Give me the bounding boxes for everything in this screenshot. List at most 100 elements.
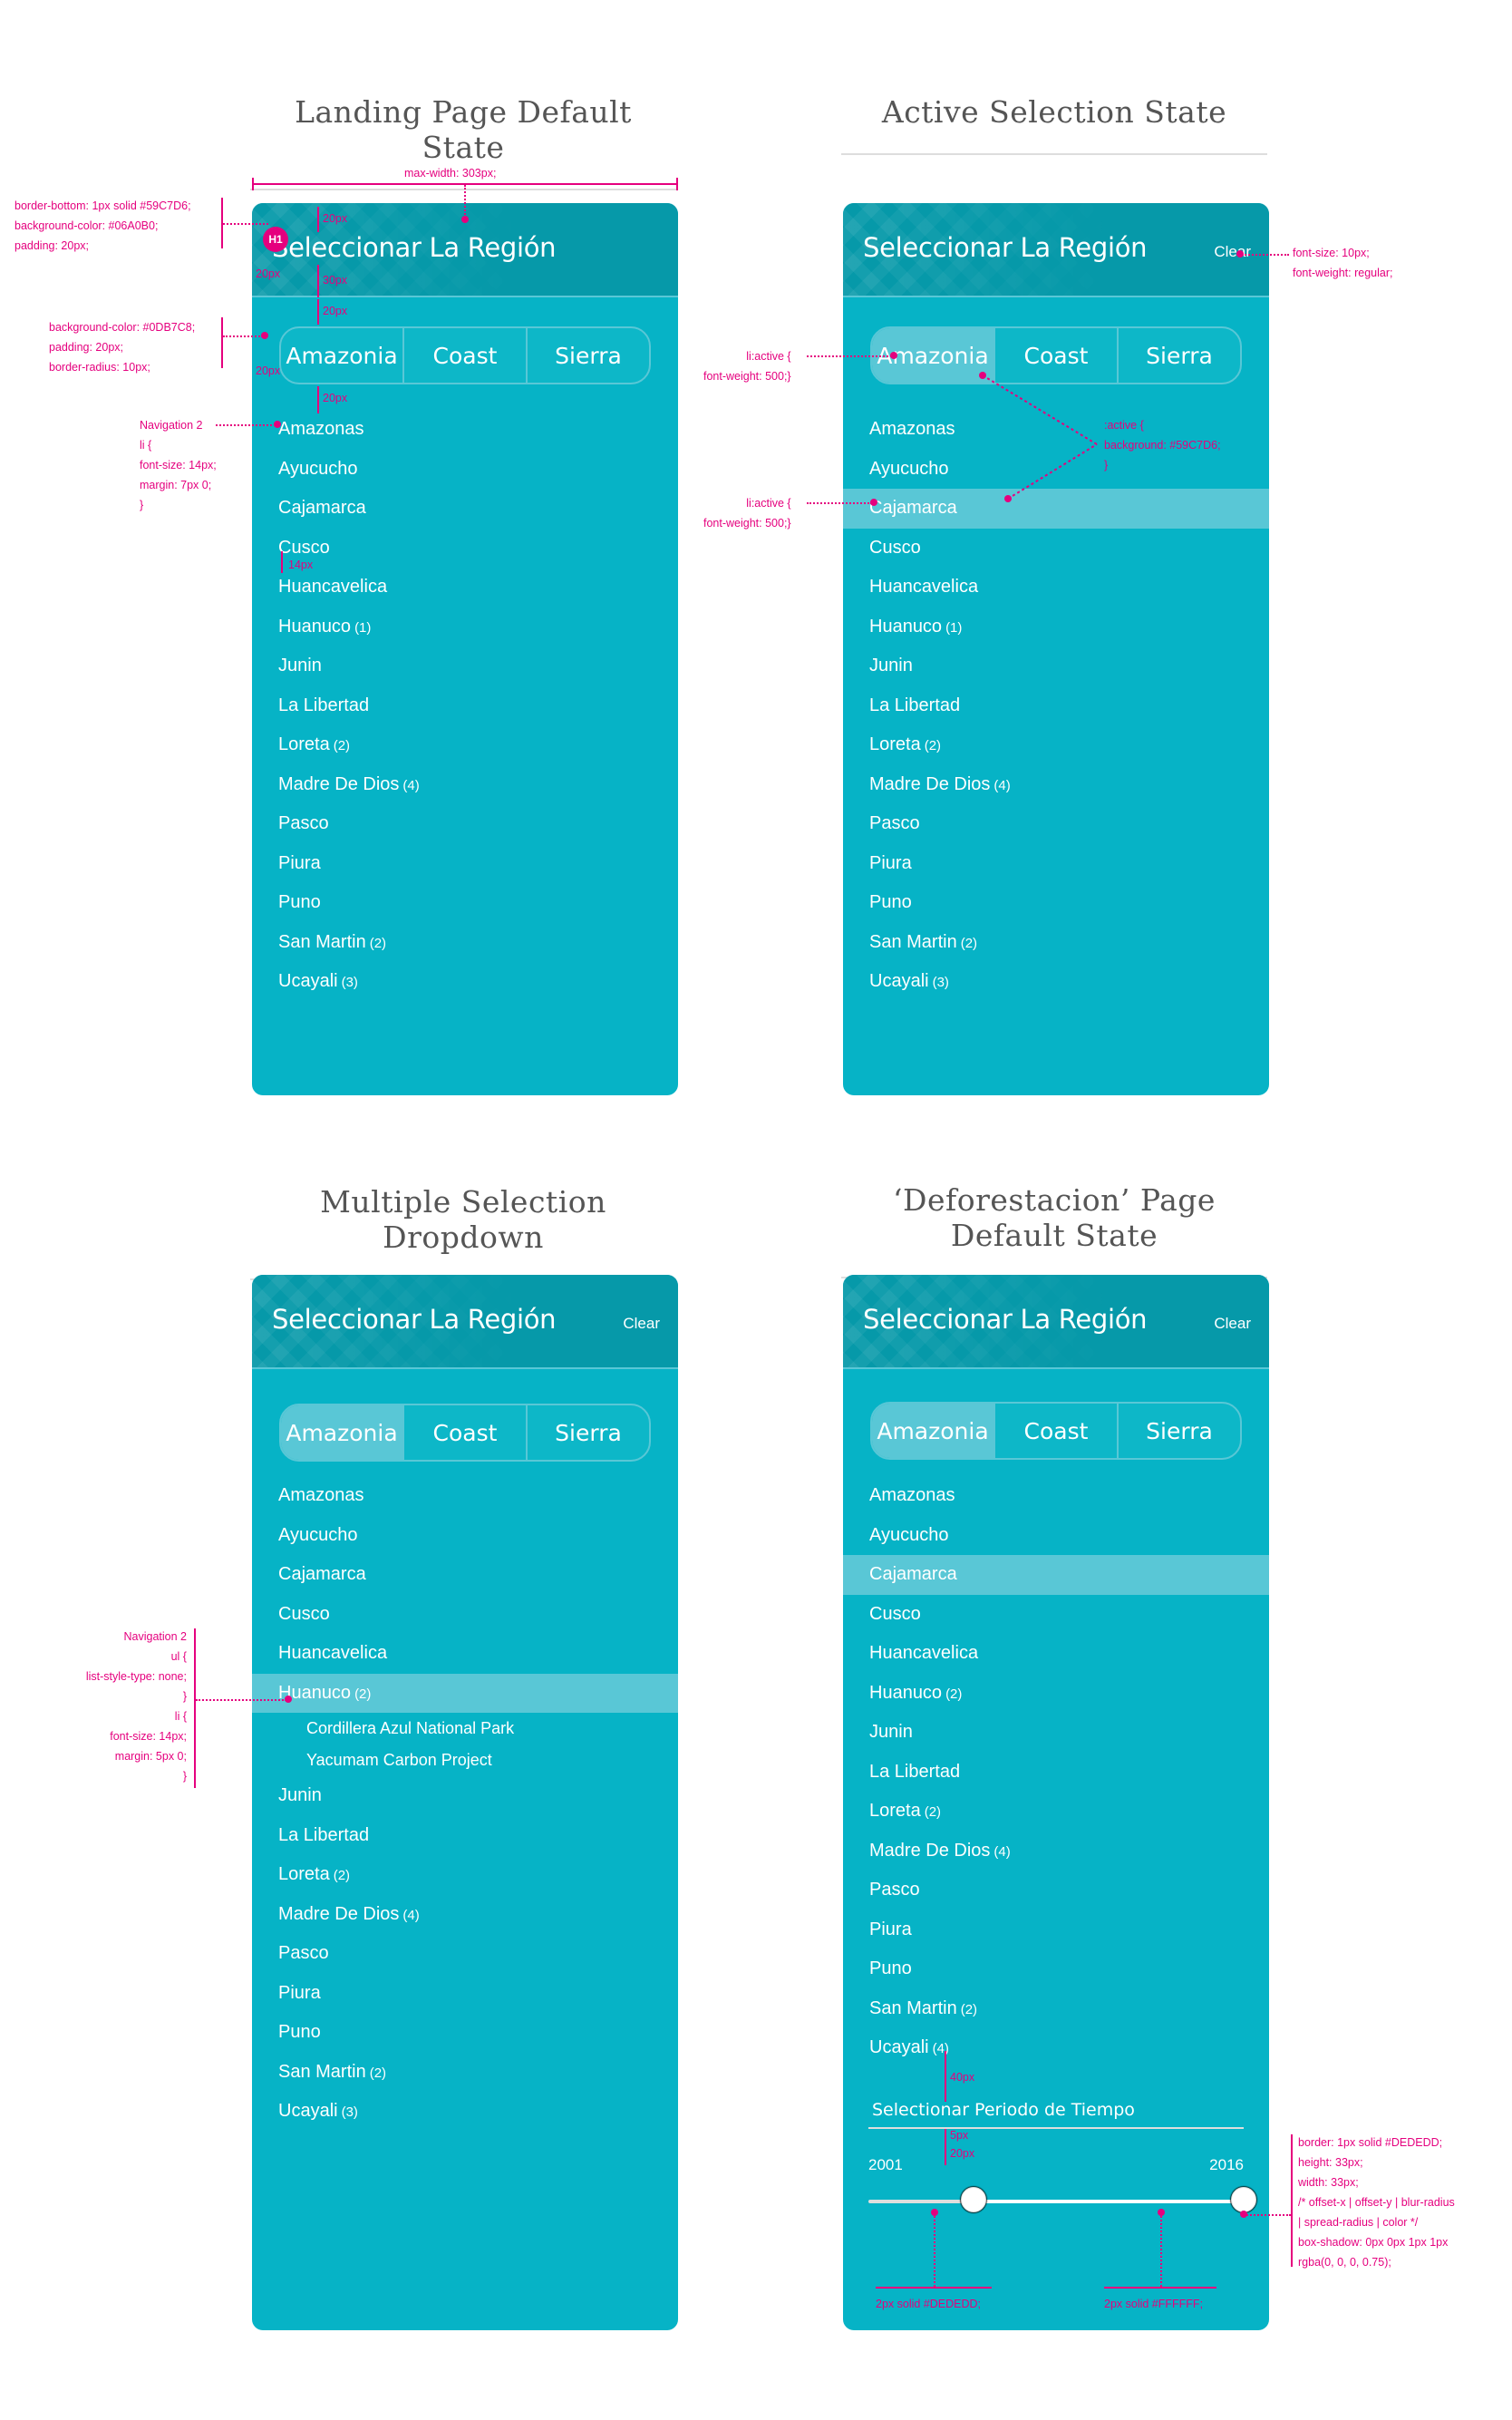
region-item[interactable]: Loreta (2) bbox=[252, 1855, 678, 1895]
time-slider[interactable] bbox=[868, 2183, 1256, 2220]
annotation-line bbox=[934, 2212, 935, 2287]
region-item[interactable]: Huanuco (2) bbox=[843, 1674, 1269, 1714]
region-item[interactable]: San Martin (2) bbox=[843, 923, 1269, 963]
region-item[interactable]: Piura bbox=[252, 1974, 678, 2014]
region-item[interactable]: Junin bbox=[843, 646, 1269, 686]
region-item[interactable]: Piura bbox=[843, 1910, 1269, 1950]
slider-thumb-end[interactable] bbox=[1231, 2187, 1256, 2212]
tab-sierra[interactable]: Sierra bbox=[528, 328, 649, 383]
tab-coast[interactable]: Coast bbox=[404, 1405, 528, 1460]
sub-list-item[interactable]: Yacumam Carbon Project bbox=[252, 1745, 678, 1776]
tab-coast[interactable]: Coast bbox=[995, 1404, 1119, 1458]
annotation-text: box-shadow: 0px 0px 1px 1px bbox=[1298, 2236, 1449, 2249]
region-item[interactable]: Huancavelica bbox=[843, 1634, 1269, 1674]
region-name: Ayucucho bbox=[278, 458, 358, 479]
region-name: Piura bbox=[869, 1919, 912, 1939]
annotation-li-active-css-2: li:active { font-weight: 500;} bbox=[703, 493, 791, 533]
region-item[interactable]: Pasco bbox=[843, 804, 1269, 844]
region-item[interactable]: Ucayali (4) bbox=[843, 2028, 1269, 2068]
section-title-active: Active Selection State bbox=[841, 94, 1267, 155]
region-item[interactable]: Cusco bbox=[843, 529, 1269, 569]
region-item[interactable]: Cajamarca bbox=[843, 1555, 1269, 1595]
sub-list-item[interactable]: Cordillera Azul National Park bbox=[252, 1713, 678, 1745]
region-item[interactable]: Puno bbox=[843, 1949, 1269, 1989]
region-item[interactable]: San Martin (2) bbox=[843, 1989, 1269, 2029]
region-item[interactable]: Puno bbox=[843, 883, 1269, 923]
region-item[interactable]: Madre De Dios (4) bbox=[252, 765, 678, 805]
region-item[interactable]: Madre De Dios (4) bbox=[843, 765, 1269, 805]
region-item[interactable]: La Libertad bbox=[252, 1816, 678, 1856]
region-item[interactable]: Piura bbox=[252, 844, 678, 884]
clear-button[interactable]: Clear bbox=[623, 1315, 660, 1333]
annotation-dot bbox=[1240, 2211, 1247, 2218]
region-item[interactable]: Cusco bbox=[843, 1595, 1269, 1635]
region-name: Cajamarca bbox=[869, 498, 957, 518]
region-item[interactable]: Pasco bbox=[252, 804, 678, 844]
clear-button[interactable]: Clear bbox=[1214, 243, 1251, 261]
annotation-clear-css: font-size: 10px; font-weight: regular; bbox=[1293, 243, 1392, 283]
spacing-label: 5px bbox=[950, 2129, 969, 2142]
region-item[interactable]: Ayucucho bbox=[843, 1516, 1269, 1556]
region-item[interactable]: Junin bbox=[252, 1776, 678, 1816]
region-name: Pasco bbox=[869, 1880, 920, 1900]
region-item[interactable]: Amazonas bbox=[252, 1476, 678, 1516]
slider-thumb-start[interactable] bbox=[960, 2187, 986, 2212]
region-item[interactable]: San Martin (2) bbox=[252, 923, 678, 963]
region-item[interactable]: La Libertad bbox=[843, 1753, 1269, 1793]
region-item[interactable]: Pasco bbox=[843, 1871, 1269, 1910]
region-item[interactable]: San Martin (2) bbox=[252, 2053, 678, 2093]
annotation-nav2-ul-css: Navigation 2 ul { list-style-type: none;… bbox=[63, 1627, 187, 1786]
region-item[interactable]: La Libertad bbox=[843, 686, 1269, 726]
tab-amazonia[interactable]: Amazonia bbox=[872, 1404, 995, 1458]
region-name: Pasco bbox=[278, 813, 329, 833]
region-tabs: Amazonia Coast Sierra bbox=[870, 1402, 1242, 1460]
region-name: Junin bbox=[869, 1722, 913, 1742]
region-item[interactable]: Huanuco (1) bbox=[843, 607, 1269, 647]
region-item[interactable]: Loreta (2) bbox=[843, 1792, 1269, 1832]
region-item[interactable]: Puno bbox=[252, 883, 678, 923]
region-item[interactable]: Ucayali (3) bbox=[252, 2092, 678, 2132]
region-item[interactable]: Junin bbox=[843, 1713, 1269, 1753]
region-item[interactable]: Puno bbox=[252, 2013, 678, 2053]
region-item[interactable]: Madre De Dios (4) bbox=[843, 1832, 1269, 1871]
region-item[interactable]: Ucayali (3) bbox=[252, 962, 678, 1002]
region-item[interactable]: Cusco bbox=[252, 1595, 678, 1635]
region-item[interactable]: Loreta (2) bbox=[252, 725, 678, 765]
region-item[interactable]: Madre De Dios (4) bbox=[252, 1895, 678, 1935]
spacing-marker bbox=[945, 2051, 946, 2102]
tab-amazonia[interactable]: Amazonia bbox=[281, 1405, 404, 1460]
region-item[interactable]: Ayucucho bbox=[252, 1516, 678, 1556]
region-item[interactable]: Ucayali (3) bbox=[843, 962, 1269, 1002]
tab-amazonia[interactable]: Amazonia bbox=[281, 328, 404, 383]
panel-header: Seleccionar La Región Clear bbox=[252, 1275, 678, 1369]
tab-coast[interactable]: Coast bbox=[404, 328, 528, 383]
region-item[interactable]: Huanuco (1) bbox=[252, 607, 678, 647]
region-name: La Libertad bbox=[278, 1824, 370, 1845]
annotation-text: font-size: 14px; bbox=[140, 459, 217, 471]
region-item[interactable]: Amazonas bbox=[252, 410, 678, 450]
clear-button[interactable]: Clear bbox=[1214, 1315, 1251, 1333]
region-item[interactable]: Huancavelica bbox=[252, 568, 678, 607]
tab-sierra[interactable]: Sierra bbox=[1119, 328, 1240, 383]
region-item[interactable]: Amazonas bbox=[843, 1476, 1269, 1516]
annotation-bracket bbox=[221, 317, 223, 368]
region-item[interactable]: Loreta (2) bbox=[843, 725, 1269, 765]
region-item[interactable]: Pasco bbox=[252, 1934, 678, 1974]
tab-sierra[interactable]: Sierra bbox=[1119, 1404, 1240, 1458]
region-item[interactable]: Cajamarca bbox=[252, 489, 678, 529]
tab-sierra[interactable]: Sierra bbox=[528, 1405, 649, 1460]
region-item[interactable]: Cajamarca bbox=[252, 1555, 678, 1595]
region-name: Huancavelica bbox=[278, 1643, 388, 1663]
panel-title: Seleccionar La Región bbox=[863, 1304, 1148, 1335]
region-item[interactable]: Huanuco (2) bbox=[252, 1673, 678, 1713]
region-item[interactable]: Ayucucho bbox=[252, 450, 678, 490]
region-item[interactable]: Junin bbox=[252, 646, 678, 686]
region-name: Ucayali bbox=[278, 971, 338, 991]
region-item[interactable]: Huancavelica bbox=[252, 1634, 678, 1674]
region-item[interactable]: Huancavelica bbox=[843, 568, 1269, 607]
spacing-label: 30px bbox=[323, 274, 348, 287]
region-item[interactable]: Cusco bbox=[252, 529, 678, 569]
region-item[interactable]: La Libertad bbox=[252, 686, 678, 726]
region-item[interactable]: Piura bbox=[843, 844, 1269, 884]
annotation-line bbox=[252, 178, 254, 190]
